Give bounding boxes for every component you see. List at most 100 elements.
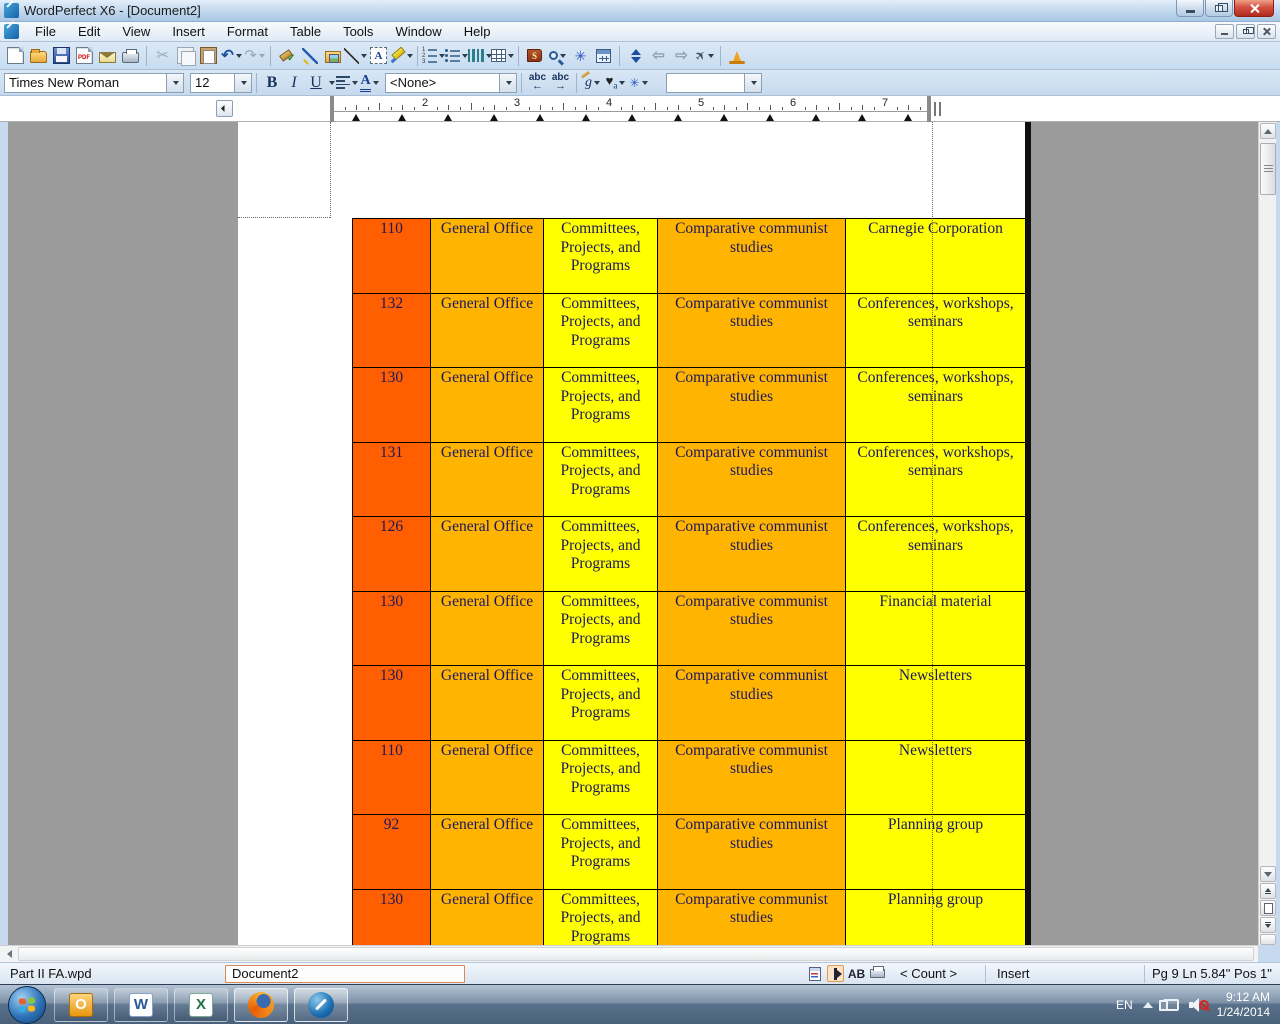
tab-stop-marker[interactable] bbox=[536, 114, 544, 121]
paste-button[interactable] bbox=[197, 44, 220, 67]
table-cell[interactable]: 126 bbox=[353, 517, 431, 592]
grammar-button[interactable]: g bbox=[581, 71, 604, 94]
table-cell[interactable]: General Office bbox=[431, 889, 544, 945]
tab-stop-marker[interactable] bbox=[398, 114, 406, 121]
copy-button[interactable] bbox=[174, 44, 197, 67]
style-combo[interactable]: <None> bbox=[385, 73, 517, 93]
font-size-dropdown-button[interactable] bbox=[234, 74, 251, 92]
table-cell[interactable]: Comparative communist studies bbox=[658, 666, 846, 741]
table-cell[interactable]: Conferences, workshops, seminars bbox=[846, 368, 1026, 443]
table-cell[interactable]: General Office bbox=[431, 591, 544, 666]
minimize-button[interactable] bbox=[1176, 0, 1204, 17]
scroll-down-button[interactable] bbox=[1260, 866, 1276, 882]
taskbar-clock[interactable]: 9:12 AM 1/24/2014 bbox=[1217, 990, 1270, 1020]
vertical-scroll-thumb[interactable] bbox=[1260, 143, 1276, 195]
tab-stop-marker[interactable] bbox=[858, 114, 866, 121]
table-cell[interactable]: Carnegie Corporation bbox=[846, 219, 1026, 294]
table-cell[interactable]: Comparative communist studies bbox=[658, 517, 846, 592]
tab-stop-strip[interactable] bbox=[330, 113, 931, 122]
start-button[interactable] bbox=[8, 986, 46, 1024]
cursor-position-button[interactable] bbox=[827, 965, 844, 982]
tab-stop-marker[interactable] bbox=[444, 114, 452, 121]
symbols-small-button[interactable]: ✳ bbox=[627, 71, 650, 94]
tab-stop-marker[interactable] bbox=[582, 114, 590, 121]
taskbar-button-wordperfect[interactable] bbox=[294, 988, 348, 1022]
table-cell[interactable]: General Office bbox=[431, 442, 544, 517]
text-box-button[interactable]: A bbox=[367, 44, 390, 67]
table-cell[interactable]: 131 bbox=[353, 442, 431, 517]
save-button[interactable] bbox=[50, 44, 73, 67]
status-filename[interactable]: Part II FA.wpd bbox=[10, 966, 225, 981]
printer-status-button[interactable] bbox=[869, 965, 886, 982]
table-cell[interactable]: 130 bbox=[353, 666, 431, 741]
quickwords-button[interactable] bbox=[592, 44, 615, 67]
menu-item-format[interactable]: Format bbox=[216, 23, 279, 40]
table-cell[interactable]: Comparative communist studies bbox=[658, 442, 846, 517]
caps-status-button[interactable]: AB bbox=[848, 965, 865, 982]
insert-mode-status[interactable]: Insert bbox=[997, 966, 1030, 981]
highlight-button[interactable] bbox=[390, 44, 413, 67]
bold-button[interactable]: B bbox=[261, 72, 283, 94]
tab-stop-marker[interactable] bbox=[720, 114, 728, 121]
menu-item-view[interactable]: View bbox=[111, 23, 161, 40]
redo-button[interactable]: ↷ bbox=[243, 44, 266, 67]
taskbar-button-outlook[interactable]: O bbox=[54, 988, 108, 1022]
table-cell[interactable]: Committees, Projects, and Programs bbox=[544, 889, 658, 945]
quickformat-button[interactable] bbox=[275, 44, 298, 67]
table-cell[interactable]: 132 bbox=[353, 293, 431, 368]
table-cell[interactable]: 130 bbox=[353, 368, 431, 443]
finding-aid-table[interactable]: 110General OfficeCommittees, Projects, a… bbox=[352, 218, 1026, 945]
columns-button[interactable] bbox=[468, 44, 491, 67]
numbering-button[interactable]: 123 bbox=[422, 44, 445, 67]
italic-button[interactable]: I bbox=[283, 72, 305, 94]
perfectexpert-button[interactable] bbox=[725, 44, 748, 67]
table-cell[interactable]: Committees, Projects, and Programs bbox=[544, 815, 658, 890]
doc-restore-button[interactable] bbox=[1236, 24, 1255, 39]
show-hidden-icons-button[interactable] bbox=[1143, 1002, 1153, 1008]
cursor-position-status[interactable]: Pg 9 Ln 5.84" Pos 1" bbox=[1152, 966, 1272, 981]
horizontal-scroll-thumb[interactable] bbox=[18, 947, 1254, 961]
volume-muted-icon[interactable] bbox=[1189, 998, 1207, 1012]
tab-stop-marker[interactable] bbox=[628, 114, 636, 121]
font-face-combo[interactable]: Times New Roman bbox=[4, 73, 184, 93]
table-cell[interactable]: Comparative communist studies bbox=[658, 815, 846, 890]
table-cell[interactable]: Comparative communist studies bbox=[658, 740, 846, 815]
open-button[interactable] bbox=[27, 44, 50, 67]
previous-page-button[interactable] bbox=[1260, 883, 1276, 899]
clipart-button[interactable] bbox=[321, 44, 344, 67]
abc-next-button[interactable]: abc→ bbox=[549, 71, 572, 94]
scroll-up-button[interactable] bbox=[1260, 123, 1276, 139]
table-cell[interactable]: Conferences, workshops, seminars bbox=[846, 517, 1026, 592]
font-color-button[interactable]: A bbox=[358, 71, 381, 94]
menu-item-edit[interactable]: Edit bbox=[67, 23, 111, 40]
table-cell[interactable]: General Office bbox=[431, 219, 544, 294]
sort-button[interactable] bbox=[624, 44, 647, 67]
spell-check-button[interactable]: S bbox=[523, 44, 546, 67]
table-cell[interactable]: Committees, Projects, and Programs bbox=[544, 666, 658, 741]
tab-stop-marker[interactable] bbox=[766, 114, 774, 121]
table-cell[interactable]: 110 bbox=[353, 219, 431, 294]
table-cell[interactable]: 110 bbox=[353, 740, 431, 815]
taskbar-button-word[interactable]: W bbox=[114, 988, 168, 1022]
macro-button[interactable]: ✈ bbox=[693, 44, 716, 67]
tab-stop-marker[interactable] bbox=[490, 114, 498, 121]
taskbar-button-excel[interactable]: X bbox=[174, 988, 228, 1022]
table-cell[interactable]: Planning group bbox=[846, 815, 1026, 890]
style-dropdown-button[interactable] bbox=[499, 74, 516, 92]
publish-pdf-button[interactable]: PDF bbox=[73, 44, 96, 67]
draw-line-button[interactable] bbox=[344, 44, 367, 67]
back-button[interactable]: ⇦ bbox=[647, 44, 670, 67]
justification-button[interactable] bbox=[335, 71, 358, 94]
symbols-button[interactable]: ✳ bbox=[569, 44, 592, 67]
menu-item-table[interactable]: Table bbox=[279, 23, 332, 40]
table-cell[interactable]: General Office bbox=[431, 517, 544, 592]
document-icon[interactable] bbox=[4, 24, 19, 39]
table-cell[interactable]: Comparative communist studies bbox=[658, 219, 846, 294]
table-cell[interactable]: General Office bbox=[431, 293, 544, 368]
document-view[interactable]: 110General OfficeCommittees, Projects, a… bbox=[8, 122, 1258, 945]
table-cell[interactable]: Committees, Projects, and Programs bbox=[544, 442, 658, 517]
ruler-grip[interactable] bbox=[934, 102, 941, 116]
menu-item-help[interactable]: Help bbox=[453, 23, 502, 40]
right-margin-marker[interactable] bbox=[927, 96, 931, 122]
underline-button[interactable]: U bbox=[305, 72, 327, 94]
